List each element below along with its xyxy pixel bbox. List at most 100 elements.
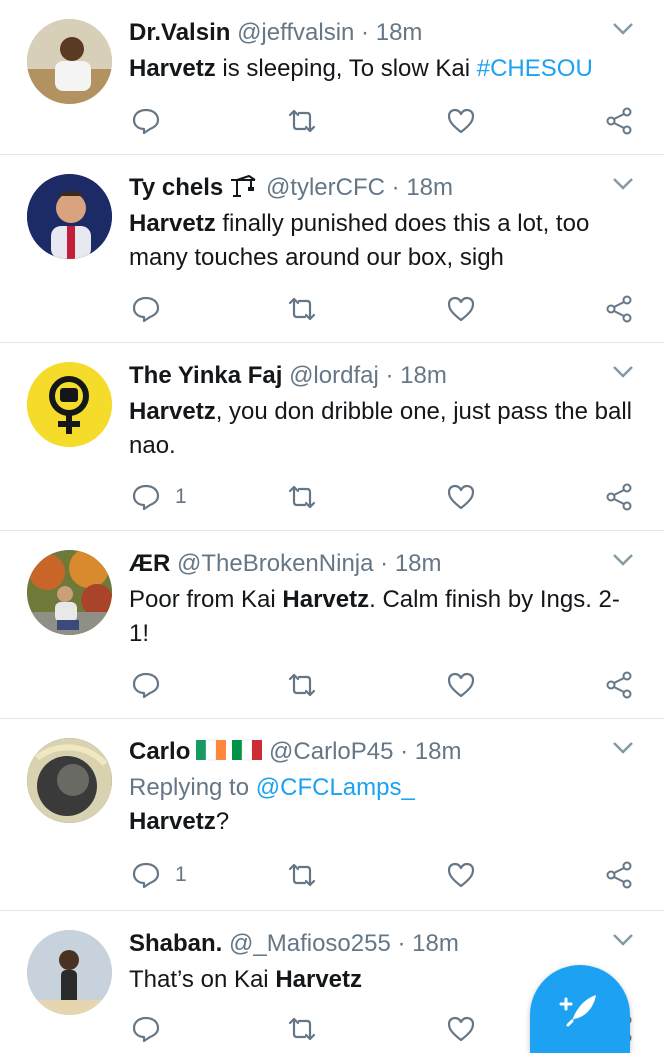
like-button[interactable] [446,291,476,327]
like-button[interactable] [446,1011,476,1047]
tweet-text-bold: Harvetz [282,586,370,613]
retweet-button[interactable] [287,1011,317,1047]
tweet-text: Harvetz finally punished does this a lot… [129,207,634,275]
ireland-flag-icon [196,738,227,772]
share-icon [606,107,632,135]
tweet[interactable]: The Yinka Faj @lordfaj · 18m Harvetz, yo… [0,343,664,531]
reply-icon [132,108,160,135]
tweet-text-segment: is sleeping, To slow Kai [215,55,477,82]
separator-dot: · [385,362,394,389]
timestamp[interactable]: 18m [412,930,459,957]
reply-count: 1 [175,863,187,886]
retweet-icon [288,297,316,321]
compose-feather-icon [559,995,596,1027]
author-handle[interactable]: @tylerCFC [266,174,385,201]
avatar[interactable] [27,550,112,635]
separator-dot: · [391,174,400,201]
reply-icon [132,1016,160,1043]
retweet-icon [288,485,316,509]
tweet-text: Replying to @CFCLamps_ Harvetz? [129,771,634,839]
tweet-text-segment: ? [215,808,230,835]
author-handle[interactable]: @_Mafioso255 [229,930,391,957]
reply-icon [132,672,160,699]
chevron-down-icon[interactable] [612,933,634,947]
hashtag-link[interactable]: #CHESOU [477,55,593,82]
heart-icon [447,108,475,134]
reply-button[interactable] [131,103,175,139]
reply-icon [132,484,160,511]
reply-button[interactable] [131,667,175,703]
avatar[interactable] [27,174,112,259]
author-handle[interactable]: @TheBrokenNinja [177,550,373,577]
heart-icon [447,1016,475,1042]
like-button[interactable] [446,103,476,139]
author-name[interactable]: ÆR [129,550,170,577]
author-name[interactable]: The Yinka Faj [129,362,282,389]
replying-to-label: Replying to [129,774,256,801]
mention-link[interactable]: @CFCLamps_ [256,774,415,801]
share-button[interactable] [605,291,635,327]
like-button[interactable] [446,857,476,893]
tweet-text: Poor from Kai Harvetz. Calm finish by In… [129,583,634,651]
tweet-text-segment: That’s on Kai [129,966,276,993]
separator-dot: · [380,550,389,577]
retweet-button[interactable] [287,291,317,327]
retweet-button[interactable] [287,667,317,703]
author-name[interactable]: Carlo [129,738,190,765]
tweet-text-bold: Harvetz [129,55,216,82]
heart-icon [447,296,475,322]
retweet-icon [288,1017,316,1041]
reply-count: 1 [175,485,187,508]
author-name[interactable]: Ty chels [129,174,223,201]
avatar[interactable] [27,19,112,104]
chevron-down-icon[interactable] [612,741,634,755]
chevron-down-icon[interactable] [612,365,634,379]
separator-dot: · [397,930,406,957]
author-handle[interactable]: @jeffvalsin [237,19,354,46]
retweet-icon [288,863,316,887]
reply-button[interactable]: 1 [131,479,187,515]
tweet[interactable]: Ty chels @tylerCFC · 18m Harvetz finally… [0,155,664,343]
chevron-down-icon[interactable] [612,553,634,567]
tweet-text-bold: Harvetz [129,398,216,425]
reply-icon [132,862,160,889]
avatar[interactable] [27,930,112,1015]
chevron-down-icon[interactable] [612,22,634,36]
tweet[interactable]: Dr.Valsin @jeffvalsin · 18m Harvetz is s… [0,0,664,155]
avatar[interactable] [27,362,112,447]
tweet[interactable]: ÆR @TheBrokenNinja · 18m Poor from Kai H… [0,531,664,719]
share-button[interactable] [605,857,635,893]
avatar[interactable] [27,738,112,823]
share-icon [606,295,632,323]
timestamp[interactable]: 18m [415,738,462,765]
reply-button[interactable] [131,1011,175,1047]
tweet[interactable]: Carlo @CarloP45 · 18m Replying to @CFCLa… [0,719,664,911]
share-icon [606,483,632,511]
timestamp[interactable]: 18m [406,174,453,201]
retweet-icon [288,673,316,697]
share-button[interactable] [605,667,635,703]
retweet-button[interactable] [287,857,317,893]
share-button[interactable] [605,479,635,515]
like-button[interactable] [446,479,476,515]
like-button[interactable] [446,667,476,703]
tweet-text-segment: Poor from Kai [129,586,283,613]
chevron-down-icon[interactable] [612,177,634,191]
reply-button[interactable]: 1 [131,857,187,893]
heart-icon [447,672,475,698]
reply-icon [132,296,160,323]
timestamp[interactable]: 18m [376,19,423,46]
author-name[interactable]: Shaban. [129,930,222,957]
author-name[interactable]: Dr.Valsin [129,19,230,46]
retweet-button[interactable] [287,103,317,139]
author-handle[interactable]: @lordfaj [289,362,379,389]
tweet-text-bold: Harvetz [129,808,216,835]
tweet-text: Harvetz, you don dribble one, just pass … [129,395,634,463]
share-button[interactable] [605,103,635,139]
author-handle[interactable]: @CarloP45 [269,738,393,765]
retweet-button[interactable] [287,479,317,515]
timestamp[interactable]: 18m [395,550,442,577]
reply-button[interactable] [131,291,175,327]
timestamp[interactable]: 18m [400,362,447,389]
italy-flag-icon [232,738,263,772]
